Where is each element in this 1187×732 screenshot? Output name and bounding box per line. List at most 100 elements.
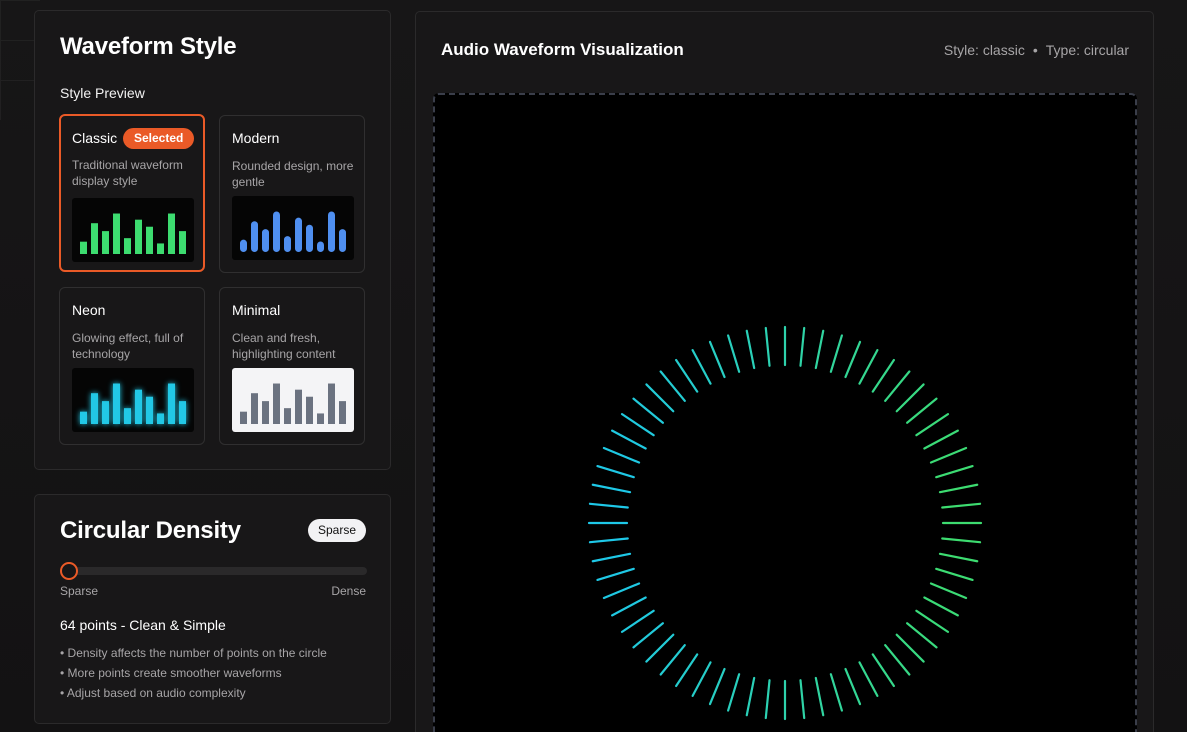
preview-bar	[306, 224, 313, 252]
preview-bar	[113, 383, 120, 424]
waveform-ray	[884, 370, 911, 402]
style-option-classic[interactable]: Classic Selected Traditional waveform di…	[59, 114, 205, 272]
waveform-ray	[929, 446, 968, 464]
waveform-ray	[708, 667, 726, 706]
waveform-ray	[727, 334, 741, 373]
preview-bar	[146, 226, 153, 254]
waveform-ray	[935, 567, 974, 581]
neon-waveform-preview	[72, 368, 194, 432]
waveform-ray	[745, 676, 756, 717]
preview-bar	[284, 408, 291, 424]
waveform-ray	[923, 596, 959, 617]
waveform-ray	[645, 383, 675, 413]
waveform-style-title: Waveform Style	[60, 33, 237, 60]
waveform-ray	[611, 429, 647, 450]
preview-bar	[179, 401, 186, 424]
waveform-ray	[659, 644, 686, 676]
selected-badge: Selected	[123, 128, 195, 149]
waveform-ray	[884, 644, 911, 676]
waveform-ray	[588, 537, 629, 544]
preview-bar	[317, 241, 324, 252]
waveform-style-card: Waveform Style Style Preview Classic Sel…	[34, 10, 391, 470]
waveform-ray	[691, 661, 712, 697]
density-summary: 64 points - Clean & Simple	[60, 617, 226, 633]
waveform-ray	[659, 370, 686, 402]
waveform-ray	[645, 633, 675, 663]
waveform-canvas[interactable]	[433, 93, 1137, 732]
waveform-ray	[829, 334, 843, 373]
preview-bar	[306, 396, 313, 424]
classic-waveform-preview	[72, 198, 194, 262]
density-slider-track[interactable]	[60, 567, 367, 575]
slider-min-label: Sparse	[60, 584, 99, 598]
preview-bar	[295, 217, 302, 252]
style-preview-label: Style Preview	[60, 85, 145, 101]
waveform-ray	[941, 502, 982, 509]
meta-separator: •	[1032, 42, 1038, 58]
density-note: Adjust based on audio complexity	[60, 683, 327, 703]
style-indicator: Style: classic	[943, 42, 1025, 58]
density-note: Density affects the number of points on …	[60, 643, 327, 663]
visualization-card: Audio Waveform Visualization Style: clas…	[415, 11, 1154, 732]
preview-bar	[240, 411, 247, 424]
preview-bar	[113, 213, 120, 254]
preview-bar	[339, 229, 346, 252]
waveform-ray	[727, 673, 741, 712]
preview-bar	[80, 411, 87, 424]
density-badge: Sparse	[307, 519, 366, 542]
preview-bar	[284, 236, 291, 252]
density-slider-thumb[interactable]	[60, 562, 78, 580]
waveform-ray	[895, 383, 925, 413]
minimal-waveform-preview	[232, 368, 354, 432]
waveform-ray	[611, 596, 647, 617]
waveform-ray	[588, 502, 629, 509]
style-option-name: Minimal	[232, 302, 281, 318]
preview-bar	[157, 243, 164, 254]
style-option-desc: Rounded design, more gentle	[232, 159, 354, 189]
waveform-ray	[708, 340, 726, 379]
waveform-ray	[799, 326, 806, 367]
waveform-ray	[895, 633, 925, 663]
waveform-ray	[632, 622, 664, 649]
preview-bar	[328, 211, 335, 252]
preview-bar	[317, 413, 324, 424]
waveform-ray	[844, 340, 862, 379]
style-option-modern[interactable]: Modern Rounded design, more gentle	[219, 115, 365, 273]
slider-max-label: Dense	[331, 584, 366, 598]
waveform-ray	[591, 552, 632, 563]
waveform-ray	[938, 552, 979, 563]
app-root: Waveform Style Style Preview Classic Sel…	[0, 0, 1187, 732]
waveform-ray	[799, 679, 806, 720]
waveform-ray	[764, 679, 771, 720]
preview-bar	[251, 221, 258, 252]
waveform-ray	[858, 661, 879, 697]
waveform-ray	[941, 537, 982, 544]
waveform-ray	[596, 465, 635, 479]
density-note: More points create smoother waveforms	[60, 663, 327, 683]
waveform-ray	[929, 582, 968, 600]
waveform-ray	[915, 609, 950, 633]
preview-bar	[262, 229, 269, 252]
style-option-desc: Clean and fresh, highlighting content	[232, 331, 336, 361]
waveform-ray	[675, 653, 699, 688]
circular-waveform	[587, 325, 983, 721]
waveform-ray	[591, 483, 632, 494]
waveform-ray	[764, 326, 771, 367]
preview-bar	[262, 401, 269, 424]
waveform-ray	[938, 483, 979, 494]
modern-waveform-preview	[232, 196, 354, 260]
waveform-ray	[691, 349, 712, 385]
waveform-ray	[871, 358, 895, 393]
waveform-ray	[858, 349, 879, 385]
waveform-ray	[675, 358, 699, 393]
preview-bar	[102, 231, 109, 254]
waveform-ray	[906, 622, 938, 649]
waveform-ray	[871, 653, 895, 688]
type-indicator: Type: circular	[1045, 42, 1129, 58]
preview-bar	[240, 239, 247, 252]
preview-bar	[135, 219, 142, 254]
preview-bar	[168, 383, 175, 424]
style-option-minimal[interactable]: Minimal Clean and fresh, highlighting co…	[219, 287, 365, 445]
style-option-neon[interactable]: Neon Glowing effect, full of technology	[59, 287, 205, 445]
preview-bar	[273, 383, 280, 424]
